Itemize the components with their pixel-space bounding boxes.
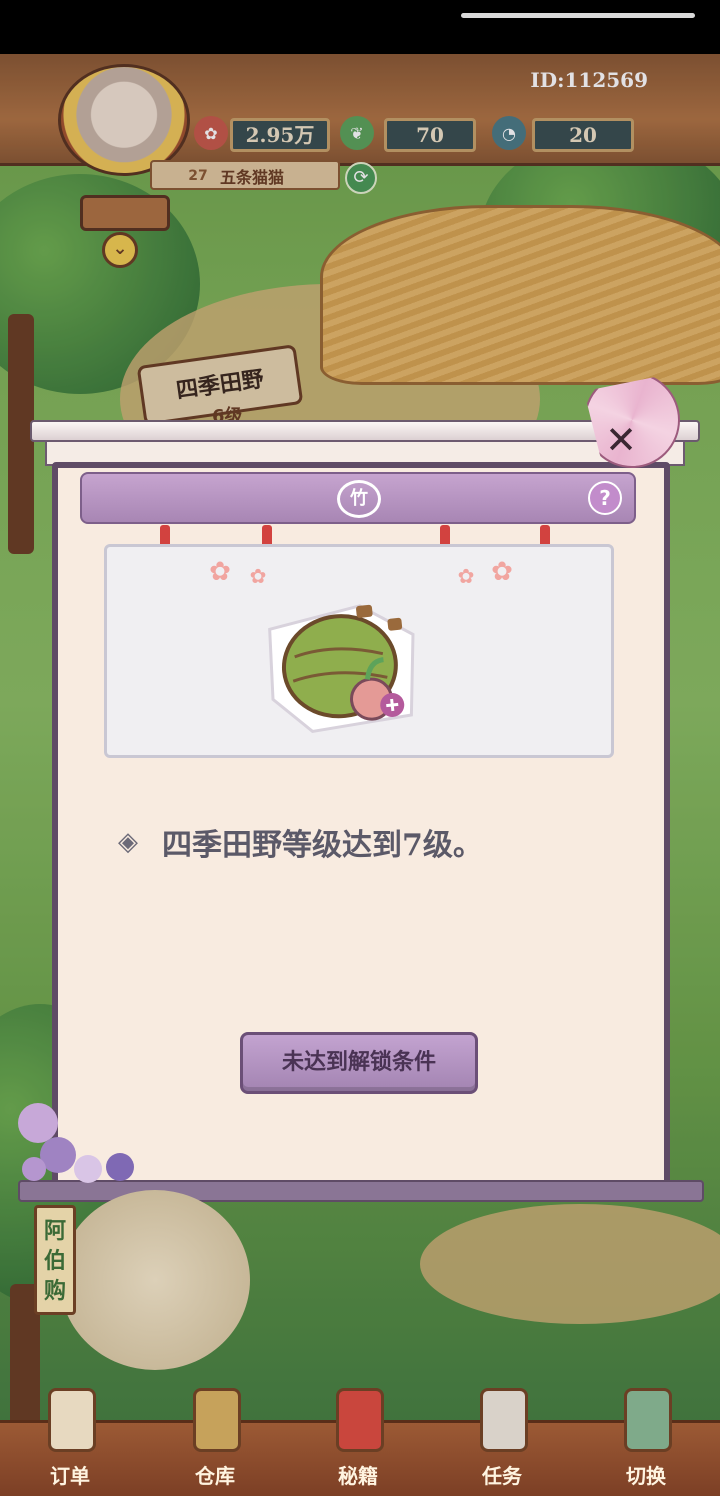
vendor-stall[interactable] bbox=[60, 1190, 250, 1370]
nav-item-switch[interactable]: 切换 bbox=[596, 1388, 696, 1496]
unlock-condition: ◈ 四季田野等级达到7级。 bbox=[118, 820, 483, 864]
close-button[interactable]: ✕ bbox=[596, 415, 646, 465]
condition-text: 四季田野等级达到7级。 bbox=[162, 828, 483, 863]
flower-decoration bbox=[18, 1103, 134, 1183]
nav-label-guide: 秘籍 bbox=[338, 1464, 378, 1488]
book-icon bbox=[336, 1388, 384, 1452]
nav-item-tasks[interactable]: 任务 bbox=[452, 1388, 552, 1496]
order-icon bbox=[48, 1388, 96, 1452]
bamboo-icon: 竹 bbox=[337, 480, 381, 518]
blossom-icon: ✿ bbox=[491, 557, 513, 587]
field-plot-icon bbox=[268, 604, 415, 734]
nav-label-tasks: 任务 bbox=[482, 1464, 522, 1488]
task-icon bbox=[480, 1388, 528, 1452]
nav-item-warehouse[interactable]: 仓库 bbox=[165, 1388, 265, 1496]
diamond-bullet-icon: ◈ bbox=[118, 827, 138, 857]
blossom-icon: ✿ bbox=[209, 557, 231, 587]
nav-label-orders: 订单 bbox=[50, 1464, 90, 1488]
map-icon bbox=[624, 1388, 672, 1452]
nav-item-orders[interactable]: 订单 bbox=[20, 1388, 120, 1496]
status-indicator bbox=[461, 13, 695, 18]
status-bar bbox=[0, 0, 720, 54]
warehouse-icon bbox=[193, 1388, 241, 1452]
nav-label-warehouse: 仓库 bbox=[195, 1464, 235, 1488]
help-button[interactable]: ? bbox=[588, 481, 622, 515]
unlock-button[interactable]: 未达到解锁条件 bbox=[240, 1032, 478, 1094]
nav-label-switch: 切换 bbox=[626, 1464, 666, 1488]
shop-sign[interactable]: 阿伯购 bbox=[34, 1205, 76, 1315]
blossom-icon: ✿ bbox=[249, 564, 267, 588]
blossom-icon: ✿ bbox=[457, 564, 475, 588]
nav-item-guide[interactable]: 秘籍 bbox=[308, 1388, 408, 1496]
